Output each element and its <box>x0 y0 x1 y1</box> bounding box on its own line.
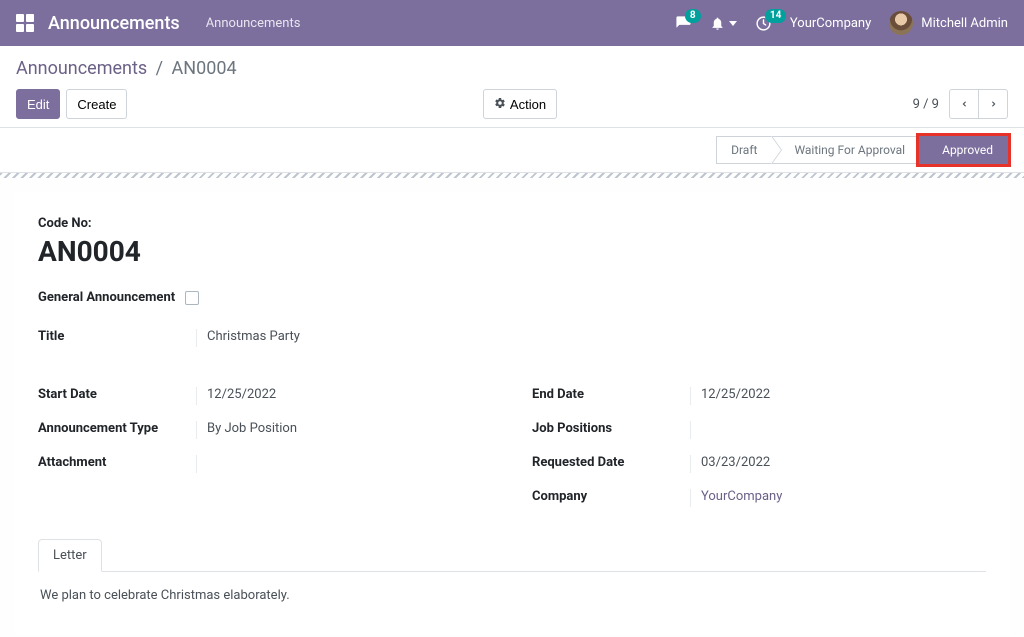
announcement-type-label: Announcement Type <box>38 421 196 436</box>
requested-date-value: 03/23/2022 <box>690 455 986 473</box>
notifications-icon[interactable] <box>710 16 737 31</box>
attachment-label: Attachment <box>38 455 196 470</box>
title-value: Christmas Party <box>196 329 492 347</box>
announcement-type-value: By Job Position <box>196 421 492 439</box>
requested-date-label: Requested Date <box>532 455 690 470</box>
start-date-label: Start Date <box>38 387 196 402</box>
user-name: Mitchell Admin <box>921 16 1008 31</box>
company-value[interactable]: YourCompany <box>690 489 986 507</box>
chevron-right-icon <box>989 98 998 110</box>
start-date-value: 12/25/2022 <box>196 387 492 405</box>
apps-icon[interactable] <box>16 14 34 32</box>
breadcrumb-root[interactable]: Announcements <box>16 58 147 79</box>
edit-button[interactable]: Edit <box>16 89 60 119</box>
company-label: Company <box>532 489 690 504</box>
form-sheet: Code No: AN0004 General Announcement Tit… <box>14 192 1010 635</box>
end-date-label: End Date <box>532 387 690 402</box>
letter-body: We plan to celebrate Christmas elaborate… <box>38 572 986 619</box>
general-announcement-label: General Announcement <box>38 290 175 305</box>
messages-badge: 8 <box>685 9 701 23</box>
code-value: AN0004 <box>38 235 986 268</box>
title-label: Title <box>38 329 196 344</box>
pager-next-button[interactable] <box>978 89 1008 119</box>
control-panel: Announcements / AN0004 Edit Create Actio… <box>0 46 1024 128</box>
code-label: Code No: <box>38 216 986 231</box>
attachment-value <box>196 455 492 473</box>
status-draft[interactable]: Draft <box>716 136 772 164</box>
general-announcement-checkbox <box>185 291 199 305</box>
breadcrumb: Announcements / AN0004 <box>16 58 1008 79</box>
nav-menu-announcements[interactable]: Announcements <box>206 16 301 31</box>
end-date-value: 12/25/2022 <box>690 387 986 405</box>
user-menu[interactable]: Mitchell Admin <box>889 11 1008 35</box>
statusbar: Draft Waiting For Approval Approved <box>0 128 1024 172</box>
status-waiting[interactable]: Waiting For Approval <box>771 136 920 164</box>
tab-letter[interactable]: Letter <box>38 539 102 572</box>
action-button[interactable]: Action <box>483 89 557 119</box>
notebook: Letter We plan to celebrate Christmas el… <box>38 539 986 619</box>
pager-text[interactable]: 9 / 9 <box>913 97 939 112</box>
top-navbar: Announcements Announcements 8 14 YourCom… <box>0 0 1024 46</box>
create-button[interactable]: Create <box>66 89 127 119</box>
pager-prev-button[interactable] <box>949 89 979 119</box>
activities-badge: 14 <box>765 9 786 23</box>
app-brand: Announcements <box>48 13 180 34</box>
company-switcher[interactable]: YourCompany <box>790 16 871 31</box>
messages-icon[interactable]: 8 <box>675 15 692 32</box>
job-positions-label: Job Positions <box>532 421 690 436</box>
form-scroll-area[interactable]: Code No: AN0004 General Announcement Tit… <box>0 178 1024 637</box>
activities-icon[interactable]: 14 <box>755 15 772 32</box>
avatar <box>889 11 913 35</box>
chevron-left-icon <box>960 98 969 110</box>
gear-icon <box>494 97 506 112</box>
job-positions-value <box>690 421 986 439</box>
status-approved[interactable]: Approved <box>919 136 1008 164</box>
breadcrumb-current: AN0004 <box>172 58 237 79</box>
